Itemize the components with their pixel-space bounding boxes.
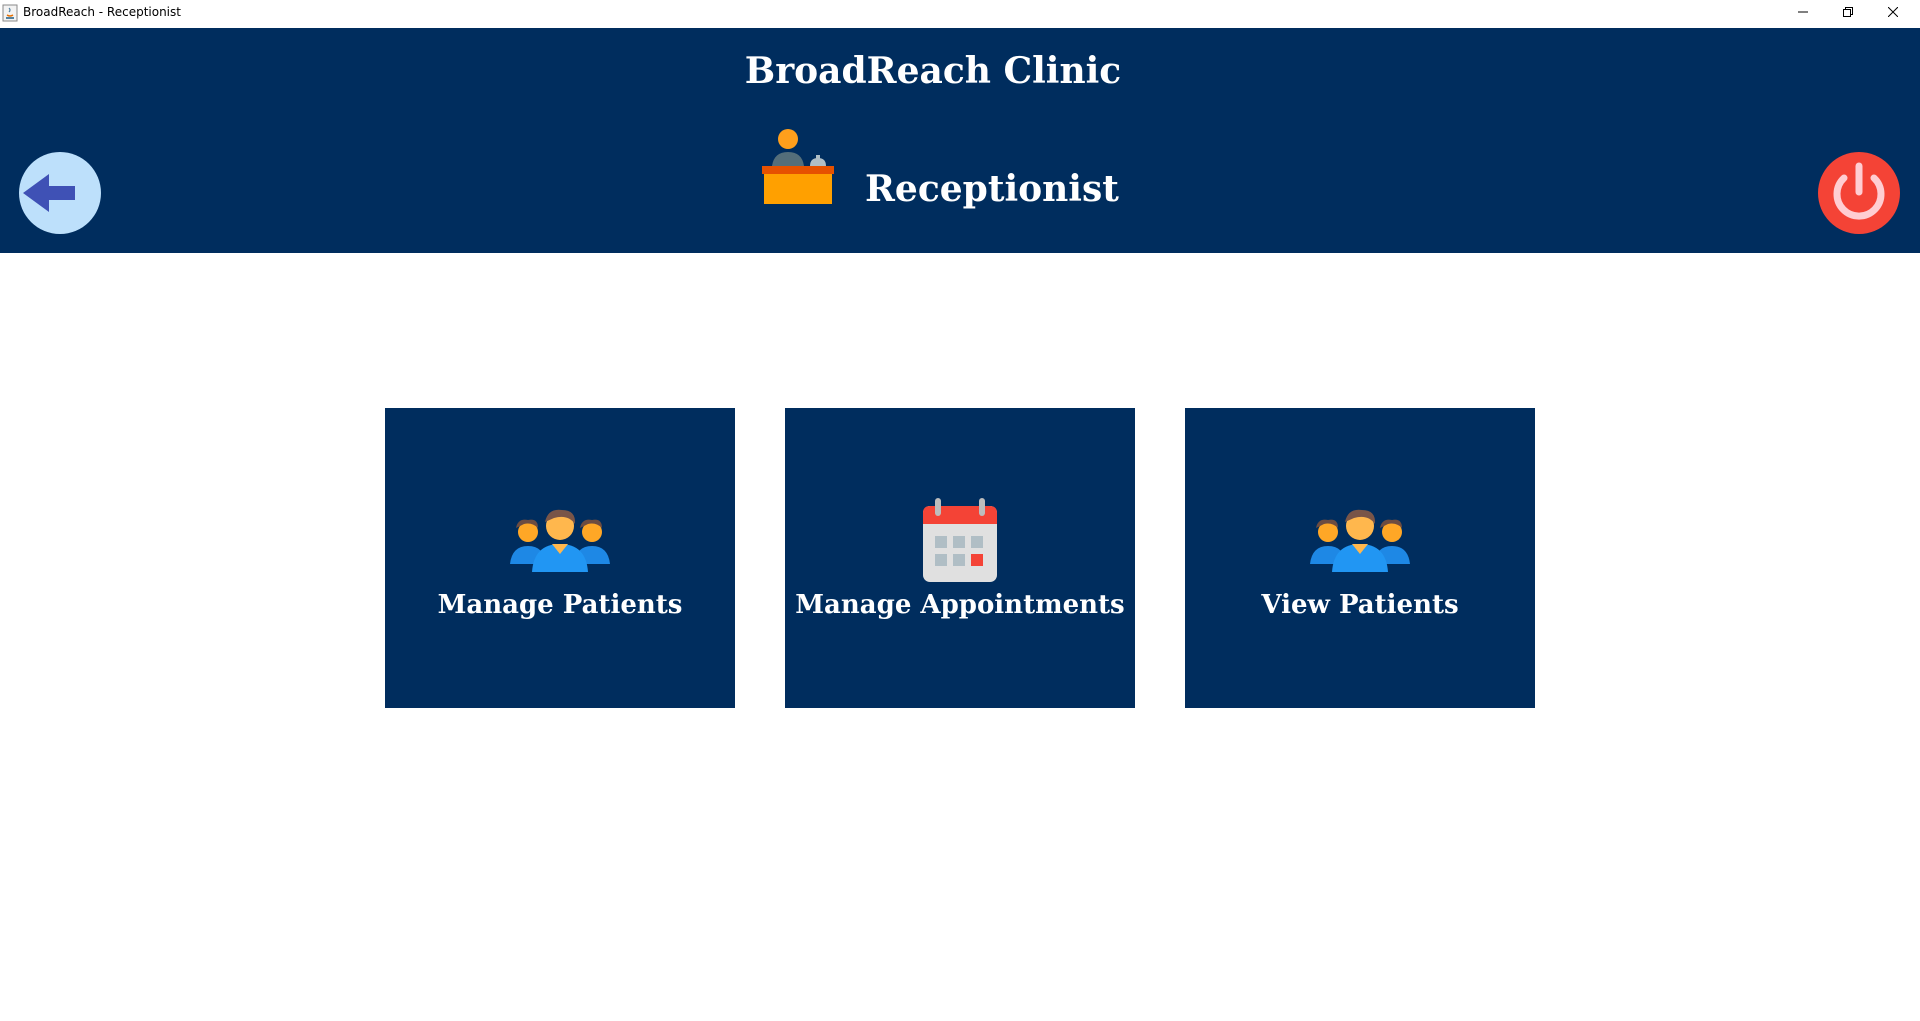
close-button[interactable]: [1870, 0, 1916, 24]
back-button[interactable]: [19, 152, 101, 234]
manage-patients-tile[interactable]: Manage Patients: [385, 408, 735, 708]
tile-label: View Patients: [1261, 590, 1459, 620]
role-label: Receptionist: [865, 168, 1119, 210]
close-icon: [1888, 7, 1898, 17]
view-patients-tile[interactable]: View Patients: [1185, 408, 1535, 708]
people-group-icon: [1310, 509, 1410, 572]
restore-icon: [1843, 7, 1853, 17]
power-icon: [1818, 152, 1900, 234]
header-banner: BroadReach Clinic Receptionist: [0, 28, 1920, 253]
tile-label: Manage Patients: [437, 590, 683, 620]
logout-power-button[interactable]: [1818, 152, 1900, 234]
minimize-button[interactable]: [1780, 0, 1826, 24]
calendar-icon: [923, 498, 997, 582]
tile-label: Manage Appointments: [795, 590, 1125, 620]
java-app-icon: [2, 4, 18, 22]
receptionist-desk-icon: [762, 129, 834, 204]
minimize-icon: [1798, 11, 1808, 13]
window-title: BroadReach - Receptionist: [23, 5, 181, 19]
restore-button[interactable]: [1825, 0, 1871, 24]
back-arrow-icon: [19, 152, 101, 234]
clinic-title: BroadReach Clinic: [744, 50, 1122, 92]
people-group-icon: [510, 509, 610, 572]
window-titlebar: BroadReach - Receptionist: [0, 0, 1920, 28]
manage-appointments-tile[interactable]: Manage Appointments: [785, 408, 1135, 708]
